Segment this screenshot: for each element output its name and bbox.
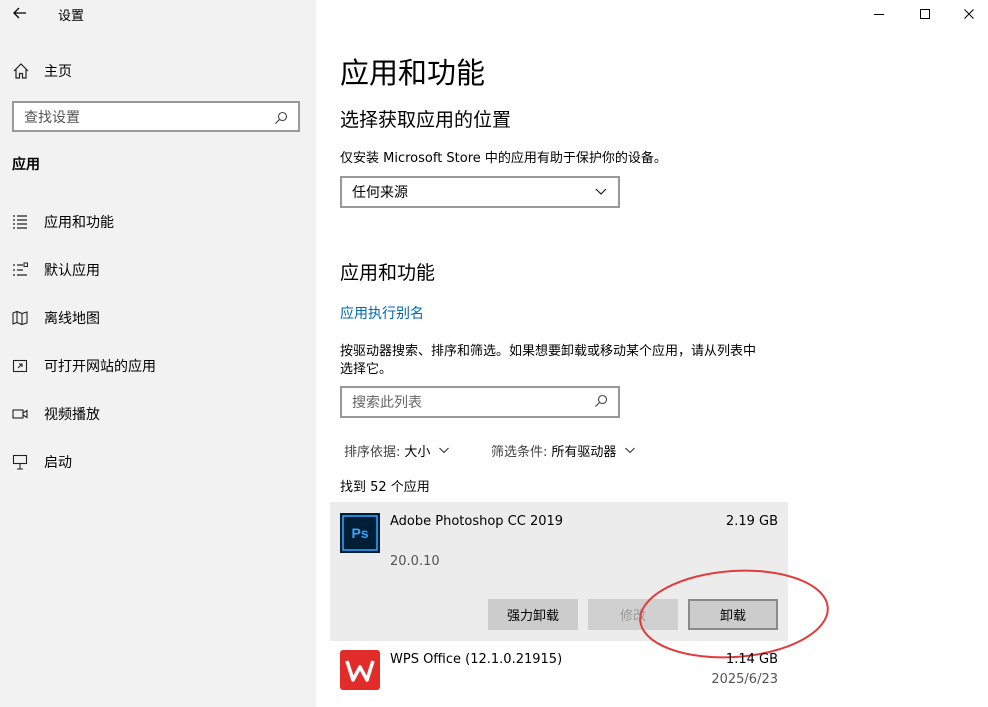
map-icon: [12, 310, 28, 326]
app-source-dropdown[interactable]: 任何来源: [340, 176, 620, 208]
chevron-down-icon: [438, 444, 450, 456]
location-heading: 选择获取应用的位置: [340, 109, 512, 131]
maximize-icon: [919, 5, 931, 24]
app-name: Adobe Photoshop CC 2019: [390, 514, 564, 529]
chevron-down-icon: [594, 183, 608, 202]
app-source-value: 任何来源: [352, 185, 408, 201]
filter-label: 筛选条件:: [491, 444, 548, 460]
sidebar-item-open-websites[interactable]: 可打开网站的应用: [12, 355, 156, 377]
close-button[interactable]: [946, 0, 988, 28]
filter-dropdown[interactable]: 筛选条件: 所有驱动器: [491, 441, 636, 460]
sidebar-item-label: 视频播放: [44, 407, 100, 423]
sidebar-item-video-playback[interactable]: 视频播放: [12, 403, 100, 425]
open-website-icon: [12, 358, 28, 374]
apps-heading: 应用和功能: [340, 262, 436, 284]
wps-icon: [340, 650, 380, 690]
minimize-icon: [873, 5, 885, 24]
home-icon: [12, 62, 30, 80]
default-apps-icon: [12, 262, 28, 278]
minimize-button[interactable]: [856, 0, 902, 28]
app-list-search-placeholder: 搜索此列表: [352, 395, 422, 411]
sidebar-home[interactable]: 主页: [12, 60, 72, 82]
sidebar-item-label: 启动: [44, 455, 72, 471]
startup-icon: [12, 454, 28, 470]
sort-dropdown[interactable]: 排序依据: 大小: [344, 441, 450, 460]
sidebar: 设置 主页 查找设置 应用 应用和功能 默认应用 离线地图 可打开网站的应用 视…: [0, 0, 316, 707]
search-icon[interactable]: [274, 110, 288, 124]
filter-value: 所有驱动器: [551, 444, 617, 460]
window-title: 设置: [58, 9, 85, 24]
chevron-down-icon: [624, 444, 636, 456]
home-label: 主页: [44, 64, 72, 80]
page-title: 应用和功能: [340, 56, 486, 90]
sidebar-item-startup[interactable]: 启动: [12, 451, 72, 473]
sidebar-item-default-apps[interactable]: 默认应用: [12, 259, 100, 281]
apps-description-line2: 选择它。: [340, 362, 393, 377]
app-version: 20.0.10: [390, 554, 440, 569]
sidebar-item-label: 可打开网站的应用: [44, 359, 156, 375]
video-icon: [12, 406, 28, 422]
uninstall-button[interactable]: 卸载: [688, 599, 778, 630]
sidebar-item-label: 默认应用: [44, 263, 100, 279]
app-size: 1.14 GB: [725, 652, 778, 667]
location-description: 仅安装 Microsoft Store 中的应用有助于保护你的设备。: [340, 151, 667, 166]
maximize-button[interactable]: [902, 0, 948, 28]
apps-list-icon: [12, 214, 28, 230]
app-count: 找到 52 个应用: [340, 480, 430, 495]
force-uninstall-button[interactable]: 强力卸载: [488, 599, 578, 630]
sidebar-section-title: 应用: [12, 157, 40, 173]
sidebar-item-label: 应用和功能: [44, 215, 114, 231]
sidebar-item-apps-features[interactable]: 应用和功能: [12, 211, 114, 233]
sidebar-item-label: 离线地图: [44, 311, 100, 327]
photoshop-icon-text: Ps: [351, 525, 368, 541]
app-name: WPS Office (12.1.0.21915): [390, 652, 563, 667]
sort-label: 排序依据:: [344, 444, 401, 460]
modify-button: 修改: [588, 599, 678, 630]
apps-description-line1: 按驱动器搜索、排序和筛选。如果想要卸载或移动某个应用，请从列表中: [340, 344, 757, 359]
sort-value: 大小: [404, 444, 431, 460]
settings-search-placeholder: 查找设置: [24, 109, 80, 126]
app-install-date: 2025/6/23: [711, 672, 778, 687]
back-arrow-icon[interactable]: [10, 3, 30, 23]
sidebar-item-offline-maps[interactable]: 离线地图: [12, 307, 100, 329]
close-icon: [963, 5, 975, 24]
app-size: 2.19 GB: [725, 514, 778, 529]
app-list-search-input[interactable]: 搜索此列表: [340, 386, 620, 418]
search-icon[interactable]: [594, 393, 608, 412]
settings-search-input[interactable]: 查找设置: [12, 101, 300, 132]
photoshop-icon: Ps: [340, 513, 380, 553]
app-alias-link[interactable]: 应用执行别名: [340, 303, 424, 323]
